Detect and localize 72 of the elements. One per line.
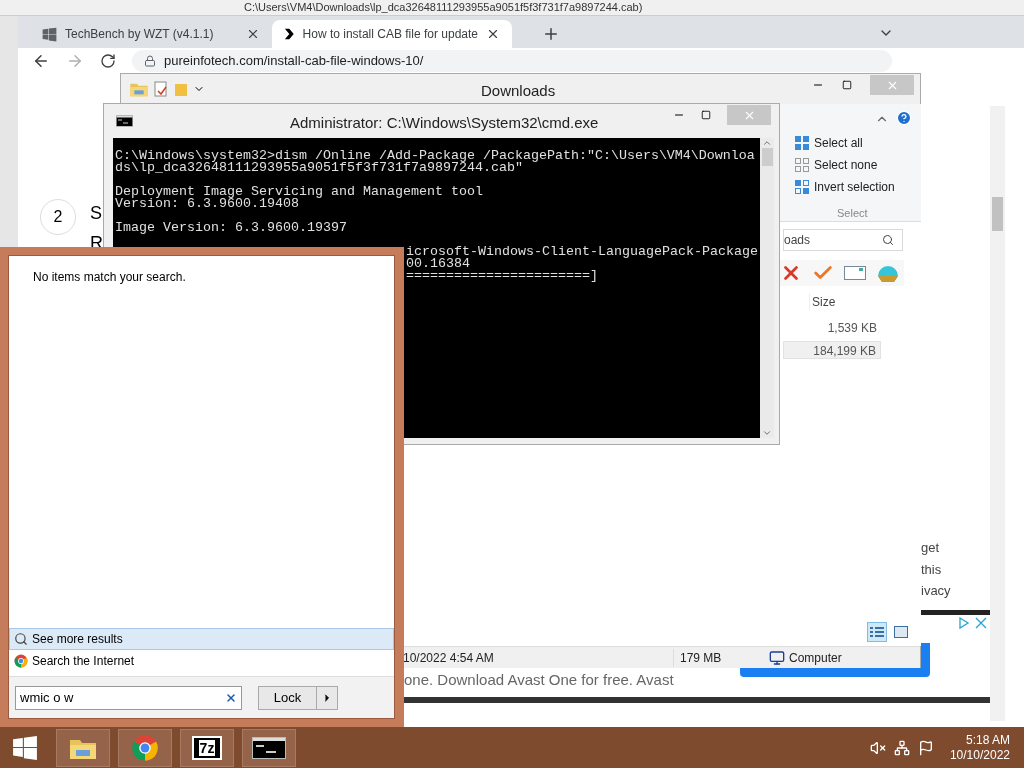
network-icon[interactable]: [893, 739, 910, 756]
search-box[interactable]: wmic o w: [15, 685, 242, 710]
clear-icon[interactable]: [225, 691, 237, 704]
heading-text: S: [90, 202, 102, 225]
details-view-button[interactable]: [867, 622, 887, 642]
consent-text: this: [921, 560, 943, 579]
windows-logo-icon[interactable]: [42, 26, 57, 42]
clock[interactable]: 5:18 AM 10/10/2022: [949, 732, 1010, 763]
speaker-muted-icon[interactable]: [869, 739, 886, 756]
window-title: Downloads: [481, 81, 556, 101]
chevron-logo-icon: [284, 27, 295, 41]
search-icon[interactable]: [882, 234, 894, 246]
console-line: 00.16384: [406, 258, 470, 270]
console-line: Deployment Image Servicing and Management tool: [115, 186, 483, 198]
windows-logo-icon[interactable]: [12, 734, 38, 761]
console-icon[interactable]: [252, 736, 286, 759]
console-icon[interactable]: [116, 115, 133, 127]
console-line: C:\Windows\system32>dism /Online /Add-Package /PackagePath:"C:\Users\VM4\Downloa: [115, 150, 755, 162]
search-icon: [14, 632, 28, 646]
maximize-icon[interactable]: [701, 110, 711, 120]
lock-icon: [144, 54, 156, 67]
scroll-down-icon[interactable]: [762, 428, 772, 438]
ad-text: one. Download Avast One for free. Avast: [404, 670, 674, 690]
envelope-icon[interactable]: [844, 266, 866, 280]
archiver-icon[interactable]: 7z: [192, 735, 222, 760]
browser-tab[interactable]: TechBench by WZT (v4.1.1): [30, 20, 272, 48]
grid-outline-icon: [795, 158, 809, 172]
flag-icon[interactable]: [917, 739, 934, 756]
list-icon: [870, 626, 884, 638]
size-cell[interactable]: 184,199 KB: [783, 341, 881, 359]
ribbon-button[interactable]: Select none: [795, 156, 915, 174]
group-label: Select: [837, 206, 868, 221]
search-field[interactable]: oads: [783, 229, 903, 251]
status-location: Computer: [789, 649, 842, 667]
grid-icon: [795, 136, 809, 150]
picture-icon: [894, 626, 908, 638]
properties-icon[interactable]: [153, 81, 169, 97]
console-line: =======================]: [406, 270, 598, 282]
taskbar-button[interactable]: [242, 728, 296, 767]
empty-results-message: No items match your search.: [33, 270, 186, 284]
console-line: icrosoft-Windows-Client-LanguagePack-Package: [406, 246, 758, 258]
invert-grid-icon: [795, 180, 809, 194]
address-bar[interactable]: pureinfotech.com/install-cab-file-windows-10/: [132, 49, 892, 72]
window-title: C:\Users\VM4\Downloads\lp_dca32648111293955a9051f5f3f731f7a9897244.cab): [244, 1, 643, 14]
help-icon[interactable]: [896, 110, 912, 126]
browser-tab[interactable]: How to install CAB file for update: [272, 20, 512, 48]
column-header[interactable]: Size: [809, 293, 889, 311]
console-line: Image Version: 6.3.9600.19397: [115, 222, 347, 234]
window-title: Administrator: C:\Windows\System32\cmd.exe: [290, 113, 599, 133]
results-link[interactable]: See more results: [9, 628, 394, 650]
ad-choices-icon[interactable]: [958, 616, 988, 630]
ribbon-button[interactable]: Invert selection: [795, 178, 915, 196]
close-tab-icon[interactable]: [246, 27, 260, 41]
computer-icon: [769, 649, 785, 666]
console-line: Version: 6.3.9600.19408: [115, 198, 299, 210]
reload-icon[interactable]: [100, 52, 116, 69]
scrollbar-thumb[interactable]: [761, 148, 773, 166]
scroll-up-icon[interactable]: [762, 138, 772, 148]
new-tab-icon[interactable]: [542, 25, 560, 43]
chrome-icon[interactable]: [131, 733, 159, 762]
consent-text: get: [921, 539, 941, 557]
taskbar-button[interactable]: 7z: [180, 728, 234, 767]
results-link[interactable]: Search the Internet: [9, 650, 394, 672]
chrome-icon[interactable]: [14, 654, 28, 668]
consent-text: ivacy: [921, 582, 952, 600]
maximize-icon[interactable]: [842, 80, 852, 90]
console-line: ds\lp_dca32648111293955a9051f5f3f731f7a9897244.cab": [115, 162, 523, 174]
close-tab-icon[interactable]: [486, 27, 500, 41]
size-cell[interactable]: 1,539 KB: [783, 319, 881, 337]
status-date: 10/2022 4:54 AM: [403, 649, 495, 667]
ribbon-button[interactable]: Select all: [795, 134, 915, 152]
status-size: 179 MB: [673, 648, 765, 667]
